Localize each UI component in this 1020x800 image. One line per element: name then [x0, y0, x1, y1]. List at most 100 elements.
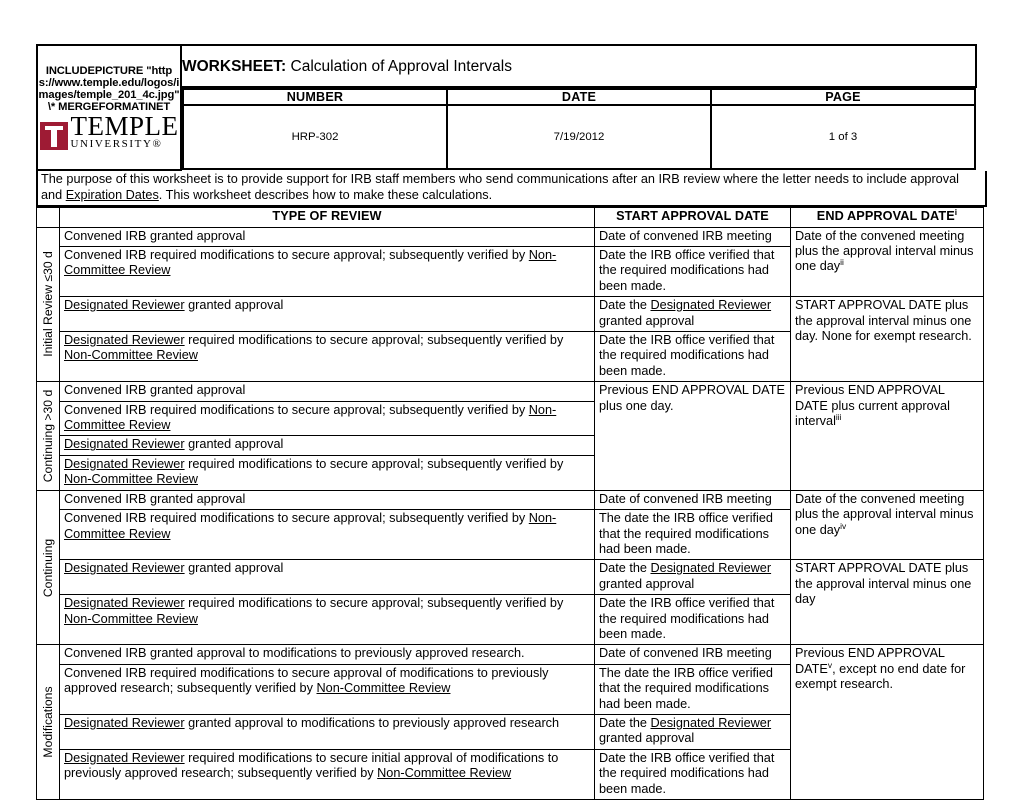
end-approval-date-cell: START APPROVAL DATE plus the approval in…	[790, 296, 984, 383]
start-approval-date-cell: Date of convened IRB meeting	[594, 226, 791, 248]
type-of-review-cell: Convened IRB granted approval to modific…	[59, 644, 595, 665]
temple-logo-subtitle: UNIVERSITY®	[70, 138, 163, 151]
worksheet-subject: Calculation of Approval Intervals	[290, 57, 512, 75]
temple-university-logo: TEMPLE UNIVERSITY®	[38, 111, 180, 151]
worksheet-label: WORKSHEET:	[182, 57, 287, 75]
designated-reviewer-link[interactable]: Designated Reviewer	[651, 561, 772, 575]
footnote-marker: iv	[840, 520, 847, 531]
document-number-value: HRP-302	[182, 104, 448, 170]
type-of-review-cell: Designated Reviewer required modificatio…	[59, 594, 595, 646]
table-row: Continuing Convened IRB granted approval D…	[36, 489, 984, 646]
type-of-review-cell: Designated Reviewer granted approval	[59, 559, 595, 596]
type-of-review-cell: Convened IRB required modifications to s…	[59, 400, 595, 437]
section-label-text: Initial Review ≤30 d	[40, 251, 55, 358]
designated-reviewer-link[interactable]: Designated Reviewer	[651, 716, 772, 730]
temple-logo-wordmark: TEMPLE UNIVERSITY®	[70, 111, 179, 151]
section-label-text: Continuing	[40, 538, 55, 597]
purpose-text-part-2: . This worksheet describes how to make t…	[158, 187, 493, 202]
worksheet-title: WORKSHEET: Calculation of Approval Inter…	[182, 57, 975, 76]
document-header-table: INCLUDEPICTURE "https://www.temple.edu/l…	[36, 44, 977, 171]
non-committee-review-link[interactable]: Non-Committee Review	[377, 766, 511, 780]
approval-intervals-table: TYPE OF REVIEW START APPROVAL DATE END APP…	[36, 207, 984, 800]
start-approval-date-cell: Date the Designated Reviewer granted app…	[594, 559, 791, 596]
type-of-review-cell: Convened IRB required modifications to s…	[59, 509, 595, 561]
designated-reviewer-link[interactable]: Designated Reviewer	[64, 457, 185, 471]
purpose-statement: The purpose of this worksheet is to prov…	[36, 171, 987, 208]
type-of-review-cell: Convened IRB granted approval	[59, 226, 595, 248]
end-approval-date-cell: Date of the convened meeting plus the ap…	[790, 489, 984, 561]
type-of-review-cell: Designated Reviewer required modificatio…	[59, 454, 595, 491]
designated-reviewer-link[interactable]: Designated Reviewer	[64, 298, 185, 312]
designated-reviewer-link[interactable]: Designated Reviewer	[64, 333, 185, 347]
includepicture-field-code: INCLUDEPICTURE "https://www.temple.edu/l…	[38, 64, 180, 114]
type-of-review-cell: Convened IRB granted approval	[59, 381, 595, 402]
header-rot-spacer	[36, 207, 60, 228]
logo-cell: INCLUDEPICTURE "https://www.temple.edu/l…	[36, 44, 182, 171]
type-of-review-cell: Convened IRB required modifications to s…	[59, 663, 595, 715]
start-approval-date-cell: The date the IRB office verified that th…	[594, 509, 791, 561]
non-committee-review-link[interactable]: Non-Committee Review	[317, 681, 451, 695]
end-approval-date-cell: Previous END APPROVAL DATEv, except no e…	[790, 644, 984, 800]
start-approval-date-cell: Date the IRB office verified that the re…	[594, 245, 791, 298]
temple-t-icon	[39, 122, 68, 151]
end-approval-date-header: END APPROVAL DATEi	[790, 206, 984, 228]
section-label-3: Continuing	[36, 489, 60, 646]
end-approval-date-cell: Previous END APPROVAL DATE plus current …	[790, 381, 984, 491]
section-label-4: Modifications	[36, 644, 60, 800]
non-committee-review-link[interactable]: Non-Committee Review	[64, 511, 556, 540]
start-approval-date-cell: The date the IRB office verified that th…	[594, 663, 791, 715]
non-committee-review-link[interactable]: Non-Committee Review	[64, 612, 198, 626]
non-committee-review-link[interactable]: Non-Committee Review	[64, 472, 198, 486]
footnote-marker: v	[827, 659, 833, 670]
page-column-header: PAGE	[710, 88, 976, 106]
section-label-2: Continuing >30 d	[36, 381, 60, 491]
start-approval-date-cell: Date the IRB office verified that the re…	[594, 748, 791, 800]
table-row: Designated Reviewer granted approval Date…	[37, 296, 984, 383]
designated-reviewer-link[interactable]: Designated Reviewer	[64, 716, 185, 730]
table-row: Modifications Convened IRB granted approv…	[36, 644, 984, 800]
type-of-review-cell: Convened IRB required modifications to s…	[59, 245, 595, 298]
table-header-row: TYPE OF REVIEW START APPROVAL DATE END APP…	[36, 206, 984, 228]
type-of-review-cell: Convened IRB granted approval	[59, 489, 595, 511]
document-date-value: 7/19/2012	[446, 104, 712, 170]
non-committee-review-link[interactable]: Non-Committee Review	[64, 403, 556, 432]
start-approval-date-cell: Previous END APPROVAL DATE plus one day.	[594, 381, 791, 491]
end-approval-date-footnote-marker: i	[954, 206, 958, 217]
header-meta-cell: NUMBER DATE PAGE HRP-302 7/19/2012 1 of …	[181, 87, 976, 170]
non-committee-review-link[interactable]: Non-Committee Review	[64, 348, 198, 362]
type-of-review-cell: Designated Reviewer required modificatio…	[59, 748, 595, 800]
table-row: Initial Review ≤30 d Convened IRB granted…	[36, 226, 984, 383]
expiration-dates-link[interactable]: Expiration Dates	[66, 188, 159, 202]
date-column-header: DATE	[446, 88, 712, 106]
designated-reviewer-link[interactable]: Designated Reviewer	[651, 298, 772, 312]
designated-reviewer-link[interactable]: Designated Reviewer	[64, 751, 185, 765]
start-approval-date-cell: Date the IRB office verified that the re…	[594, 594, 791, 646]
designated-reviewer-link[interactable]: Designated Reviewer	[64, 437, 185, 451]
footnote-marker: ii	[840, 257, 844, 268]
type-of-review-cell: Designated Reviewer required modificatio…	[59, 331, 595, 383]
section-label-1: Initial Review ≤30 d	[36, 226, 60, 383]
worksheet-page: INCLUDEPICTURE "https://www.temple.edu/l…	[36, 44, 987, 800]
footnote-marker: iii	[835, 411, 842, 422]
start-approval-date-cell: Date of convened IRB meeting	[594, 644, 791, 665]
worksheet-title-cell: WORKSHEET: Calculation of Approval Inter…	[180, 44, 977, 88]
type-of-review-cell: Designated Reviewer granted approval	[59, 296, 595, 333]
type-of-review-cell: Designated Reviewer granted approval	[59, 435, 595, 456]
end-approval-date-cell: Date of the convened meeting plus the ap…	[790, 226, 984, 298]
start-approval-date-cell: Date of convened IRB meeting	[594, 489, 791, 511]
document-page-value: 1 of 3	[710, 104, 976, 170]
section-label-text: Continuing >30 d	[40, 389, 55, 483]
type-of-review-header: TYPE OF REVIEW	[59, 207, 595, 228]
section-label-text: Modifications	[40, 686, 55, 758]
non-committee-review-link[interactable]: Non-Committee Review	[64, 248, 556, 277]
header-meta-table: NUMBER DATE PAGE HRP-302 7/19/2012 1 of …	[182, 88, 976, 170]
header-meta-labels-row: NUMBER DATE PAGE	[182, 88, 976, 106]
start-approval-date-cell: Date the Designated Reviewer granted app…	[594, 713, 791, 750]
start-approval-date-cell: Date the IRB office verified that the re…	[594, 331, 791, 383]
number-column-header: NUMBER	[182, 88, 448, 106]
temple-logo-name: TEMPLE	[70, 111, 179, 142]
type-of-review-cell: Designated Reviewer granted approval to …	[59, 713, 595, 750]
start-approval-date-cell: Date the Designated Reviewer granted app…	[594, 296, 791, 333]
designated-reviewer-link[interactable]: Designated Reviewer	[64, 596, 185, 610]
designated-reviewer-link[interactable]: Designated Reviewer	[64, 561, 185, 575]
